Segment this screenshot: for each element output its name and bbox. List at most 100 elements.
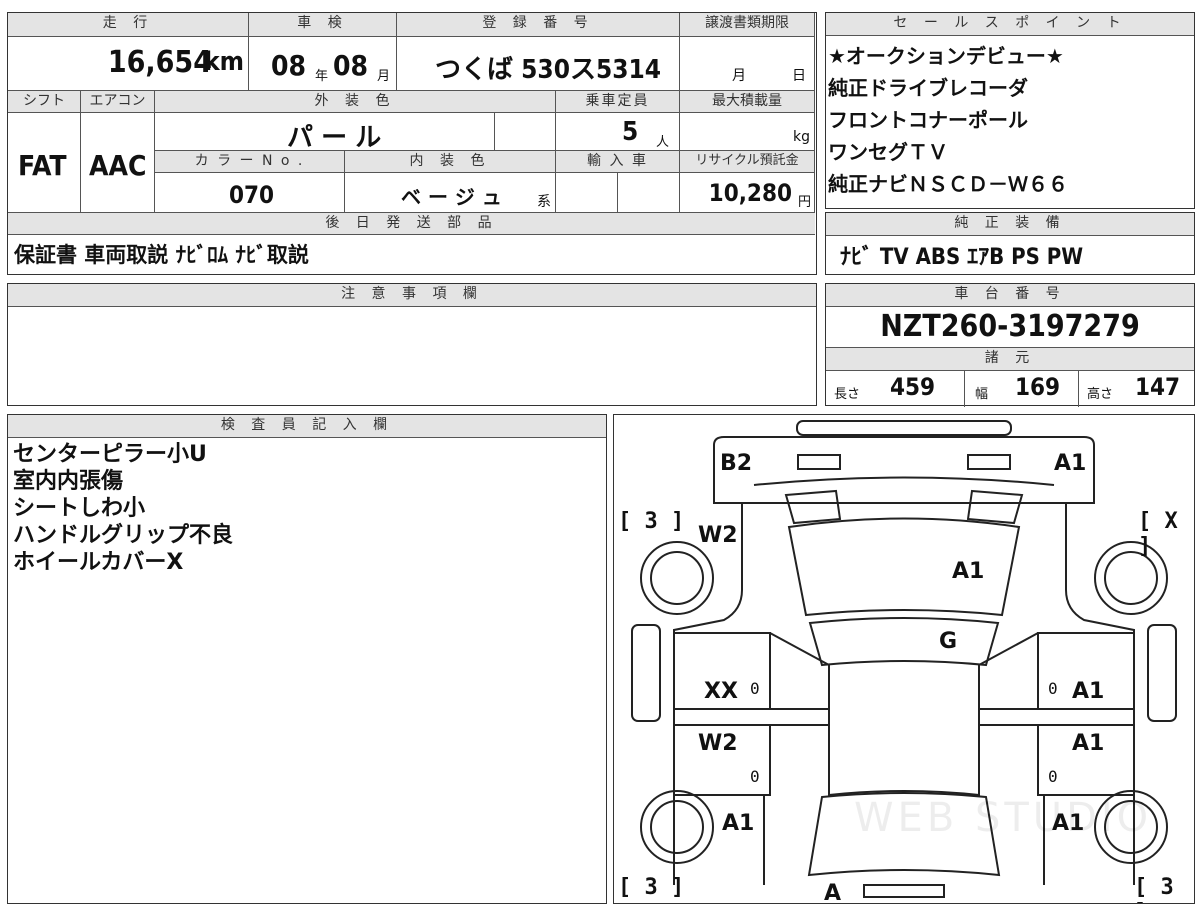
inspector-line: シートしわ小 [13,496,146,521]
inspector-line: センターピラー小U [13,442,207,467]
color-no-header: カ ラ ー N o . [155,151,345,173]
tire-rear-right: [ X ] [1138,509,1178,559]
equipment-header: 純 正 装 備 [826,213,1194,236]
notes-box: 注 意 事 項 欄 [7,283,817,406]
max-load-header: 最大積載量 [680,91,815,113]
tire-front-right-value: 3 [1160,875,1174,900]
transfer-deadline-header: 譲渡書類期限 [680,13,815,37]
tire-rear-right-value: X [1164,509,1178,534]
inspector-box: 検 査 員 記 入 欄 センターピラー小U 室内内張傷 シートしわ小 ハンドルグ… [7,414,607,904]
mileage-cell: 16,654 km [8,37,249,91]
mark-front-left-fender: A1 [722,811,755,836]
inspector-line: ホイールカバーX [13,550,184,575]
sales-points-header: セ ー ル ス ポ イ ン ト [826,13,1194,36]
notes-value [8,307,816,315]
inspection-header: 車 検 [249,13,397,37]
mark-rear-right-door: A1 [1072,679,1105,704]
mark-front-right-door: A1 [1072,731,1105,756]
mark-rear-left-door: W2 [698,523,738,548]
import-cell-b [618,173,680,213]
mark-zero: 0 [750,767,760,786]
inspection-year: 08 [271,49,307,82]
max-load-unit: kg [793,129,810,145]
mark-zero: 0 [750,679,760,698]
import-header: 輸 入 車 [556,151,680,173]
specs-row: 長さ 459 幅 169 高さ 147 [826,371,1194,407]
later-parts-value: 保証書 車両取説 ﾅﾋﾞﾛﾑ ﾅﾋﾞ取説 [14,243,309,267]
chassis-header: 車 台 番 号 [826,284,1194,307]
tire-rear-left: [ 3 ] [618,509,685,534]
aircon-value: AAC [89,149,147,182]
mark-front-bumper: A [824,881,842,904]
inspection-year-unit: 年 [315,69,329,84]
mark-zero: 0 [1048,679,1058,698]
spec-length-value: 459 [890,373,936,401]
interior-color-header: 内 装 色 [345,151,556,173]
capacity-unit: 人 [656,135,670,150]
registration-cell: つくば 530ス5314 [397,37,680,91]
sales-point-item: フロントコナーポール [828,108,1028,132]
registration-header: 登 録 番 号 [397,13,680,37]
notes-header: 注 意 事 項 欄 [8,284,816,307]
equipment-box: 純 正 装 備 ﾅﾋﾞ TV ABS ｴｱB PS PW [825,212,1195,275]
later-parts-header: 後 日 発 送 部 品 [8,213,815,235]
tire-front-left: [ 3 ] [618,875,685,900]
specs-header: 諸 元 [826,348,1194,371]
inspector-line: 室内内張傷 [13,469,124,494]
deadline-month: 月 [732,68,746,84]
mark-front-right-fender: A1 [1052,811,1085,836]
spec-height-label: 高さ [1087,387,1114,402]
recycle-unit: 円 [797,195,811,210]
mark-front-left-door: W2 [698,731,738,756]
spec-width-value: 169 [1015,373,1061,401]
vehicle-info-table: 走 行 車 検 登 録 番 号 譲渡書類期限 16,654 km 08 年 08… [7,12,817,275]
interior-color-value: ベ ー ジ ュ [401,185,502,209]
shift-header: シフト [8,91,81,113]
mark-rear-left-door2: XX [704,679,738,704]
inspection-month-unit: 月 [377,69,391,84]
inspection-month: 08 [333,49,369,82]
aircon-header: エアコン [81,91,155,113]
capacity-value: 5 [622,117,639,147]
inspector-header: 検 査 員 記 入 欄 [8,415,606,438]
registration-value: つくば 530ス5314 [435,55,662,85]
mileage-unit: km [204,47,244,77]
sales-point-item: ワンセグＴＶ [828,140,948,164]
chassis-box: 車 台 番 号 NZT260-3197279 諸 元 長さ 459 幅 169 … [825,283,1195,407]
tire-front-left-value: 3 [644,875,658,900]
sales-points-list: ★オークションデビュー★ 純正ドライブレコーダ フロントコナーポール ワンセグＴ… [826,36,1194,200]
capacity-cell: 5 人 [556,113,680,151]
mark-trunk: A1 [952,559,985,584]
capacity-header: 乗車定員 [556,91,680,113]
equipment-value: ﾅﾋﾞ TV ABS ｴｱB PS PW [840,245,1084,270]
spec-length: 長さ 459 [826,371,965,407]
recycle-header: リサイクル預託金 [680,151,815,173]
spec-width-label: 幅 [975,387,989,402]
spec-length-label: 長さ [834,387,861,402]
deadline-day: 日 [792,68,806,84]
mileage-header: 走 行 [8,13,249,37]
sales-point-item: 純正ナビＮＳＣＤ－Ｗ６６ [828,172,1068,196]
max-load-cell: kg [680,113,815,151]
transfer-deadline-cell: 月 日 [680,37,815,91]
aircon-cell: AAC [81,113,155,213]
exterior-color-extra [495,113,556,151]
sales-point-item: 純正ドライブレコーダ [828,76,1028,100]
mark-rear-left: B2 [720,451,753,476]
shift-value: FAT [18,149,67,182]
spec-height: 高さ 147 [1079,371,1193,407]
recycle-value: 10,280 [708,179,792,207]
tire-rear-left-value: 3 [644,509,658,534]
exterior-color-header: 外 装 色 [155,91,556,113]
exterior-color-cell: パ ー ル [155,113,495,153]
interior-color-cell: ベ ー ジ ュ 系 [345,173,556,213]
recycle-cell: 10,280 円 [680,173,815,213]
inspector-line: ハンドルグリップ不良 [13,523,234,548]
inspector-lines: センターピラー小U 室内内張傷 シートしわ小 ハンドルグリップ不良 ホイールカバ… [8,438,606,576]
mark-zero: 0 [1048,767,1058,786]
sales-point-item: ★オークションデビュー★ [828,44,1064,68]
chassis-number: NZT260-3197279 [826,307,1194,348]
color-no-value: 070 [229,181,275,209]
exterior-color-value: パ ー ル [287,123,382,153]
interior-color-suffix: 系 [537,194,551,210]
